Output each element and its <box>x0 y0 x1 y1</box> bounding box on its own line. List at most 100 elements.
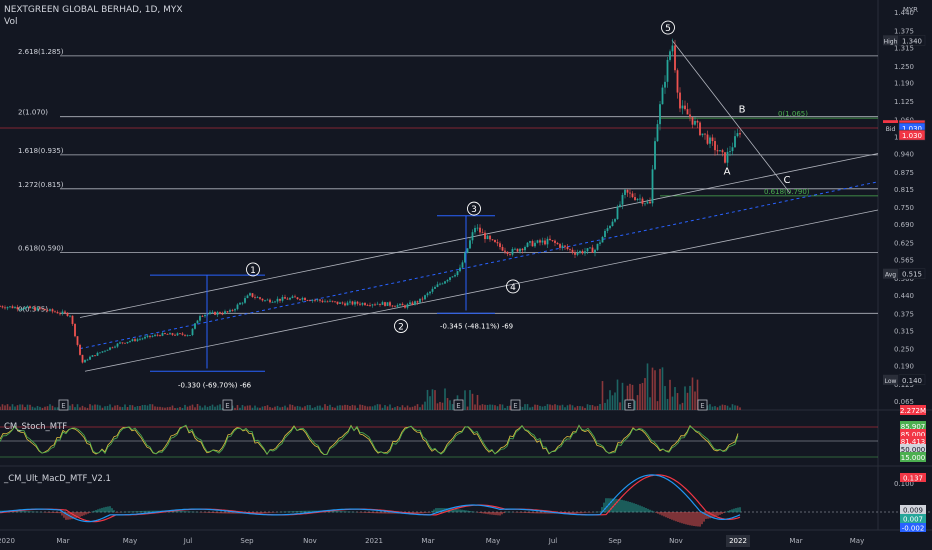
macd-histogram-bar <box>717 512 719 516</box>
macd-histogram-bar <box>695 512 697 527</box>
volume-bar <box>244 406 246 410</box>
volume-bar <box>721 404 724 410</box>
candle-body <box>66 312 69 316</box>
volume-bar <box>189 405 191 410</box>
volume-bar <box>14 406 16 410</box>
candle-body <box>296 297 299 300</box>
macd-histogram-bar <box>261 512 263 514</box>
macd-tag: -0.002 <box>902 525 925 533</box>
x-tick-label: Mar <box>421 537 434 545</box>
volume-bar <box>194 407 196 410</box>
macd-histogram-bar <box>713 512 715 518</box>
volume-bar <box>304 406 306 410</box>
macd-histogram-bar <box>503 512 505 514</box>
volume-bar <box>179 406 181 410</box>
macd-histogram-bar <box>485 512 487 514</box>
macd-histogram-bar <box>257 512 259 514</box>
macd-histogram-bar <box>645 507 647 513</box>
volume-bar <box>269 407 271 410</box>
earnings-marker-label: E <box>700 402 704 410</box>
macd-histogram-bar <box>273 512 275 513</box>
candle-body <box>24 307 26 310</box>
candle-body <box>504 250 506 252</box>
candle-body <box>269 299 271 303</box>
earnings-marker-label: E <box>513 402 517 410</box>
candle-body <box>199 316 201 321</box>
volume-bar <box>376 404 379 410</box>
macd-histogram-bar <box>677 512 679 522</box>
candle-body <box>416 301 419 303</box>
volume-bar <box>254 405 256 410</box>
macd-histogram-bar <box>259 512 261 514</box>
candle-body <box>26 306 29 308</box>
candle-body <box>421 298 424 300</box>
volume-bar <box>409 407 411 410</box>
macd-histogram-bar <box>619 499 621 513</box>
fib-label: 1.618(0.935) <box>18 147 64 155</box>
candle-body <box>211 311 214 313</box>
volume-bar <box>556 405 559 410</box>
candle-body <box>9 306 11 308</box>
volume-bar <box>306 405 309 410</box>
candle-body <box>334 301 336 303</box>
macd-histogram-bar <box>719 512 721 515</box>
y-tick-label: 1.375 <box>894 27 914 35</box>
volume-bar <box>391 407 394 410</box>
candle-body <box>511 249 514 255</box>
volume-bar <box>276 405 279 410</box>
macd-histogram-bar <box>145 510 147 513</box>
macd-histogram-bar <box>205 512 207 513</box>
candle-body <box>706 134 709 144</box>
macd-histogram-bar <box>657 512 659 514</box>
macd-histogram-bar <box>507 511 509 513</box>
candle-body <box>669 51 671 60</box>
candle-body <box>644 203 646 205</box>
volume-bar <box>106 405 109 410</box>
volume-bar <box>649 397 651 410</box>
macd-histogram-bar <box>191 511 193 513</box>
candle-body <box>486 235 489 240</box>
candle-body <box>69 315 71 317</box>
candle-body <box>384 302 386 306</box>
volume-bar <box>716 407 719 410</box>
volume-bar <box>201 407 204 410</box>
candle-body <box>579 251 581 253</box>
volume-bar <box>416 404 419 410</box>
volume-bar <box>294 406 296 410</box>
candle-body <box>584 251 586 254</box>
candle-body <box>184 334 186 336</box>
candle-body <box>406 304 409 308</box>
price-chart[interactable]: 1.4401.3751.3151.2501.1901.1251.0601.000… <box>0 0 932 550</box>
macd-histogram-bar <box>97 509 99 513</box>
volume-bar <box>471 393 474 410</box>
volume-bar <box>91 405 94 410</box>
macd-histogram-bar <box>29 511 31 513</box>
volume-bar <box>34 407 36 410</box>
candle-body <box>476 227 479 229</box>
volume-bar <box>84 407 86 410</box>
candle-body <box>266 299 269 301</box>
macd-histogram-bar <box>661 512 663 516</box>
volume-bar <box>336 405 339 410</box>
candle-body <box>674 45 676 71</box>
macd-histogram-bar <box>143 510 145 513</box>
volume-bar <box>29 404 31 410</box>
candle-body <box>441 283 444 285</box>
macd-histogram-bar <box>293 511 295 513</box>
volume-bar <box>261 406 264 410</box>
macd-histogram-bar <box>229 512 231 514</box>
macd-histogram-bar <box>383 512 385 514</box>
macd-histogram-bar <box>177 510 179 513</box>
volume-bar <box>611 395 614 410</box>
candle-body <box>681 105 684 109</box>
volume-bar <box>576 405 579 410</box>
volume-bar <box>491 404 494 410</box>
macd-histogram-bar <box>341 511 343 513</box>
candle-body <box>99 352 101 354</box>
macd-histogram-bar <box>349 511 351 513</box>
candle-body <box>686 109 689 115</box>
candle-body <box>196 320 199 324</box>
candle-body <box>61 311 64 314</box>
stoch-label: CM_Stoch_MTF <box>4 422 68 432</box>
macd-histogram-bar <box>305 510 307 513</box>
